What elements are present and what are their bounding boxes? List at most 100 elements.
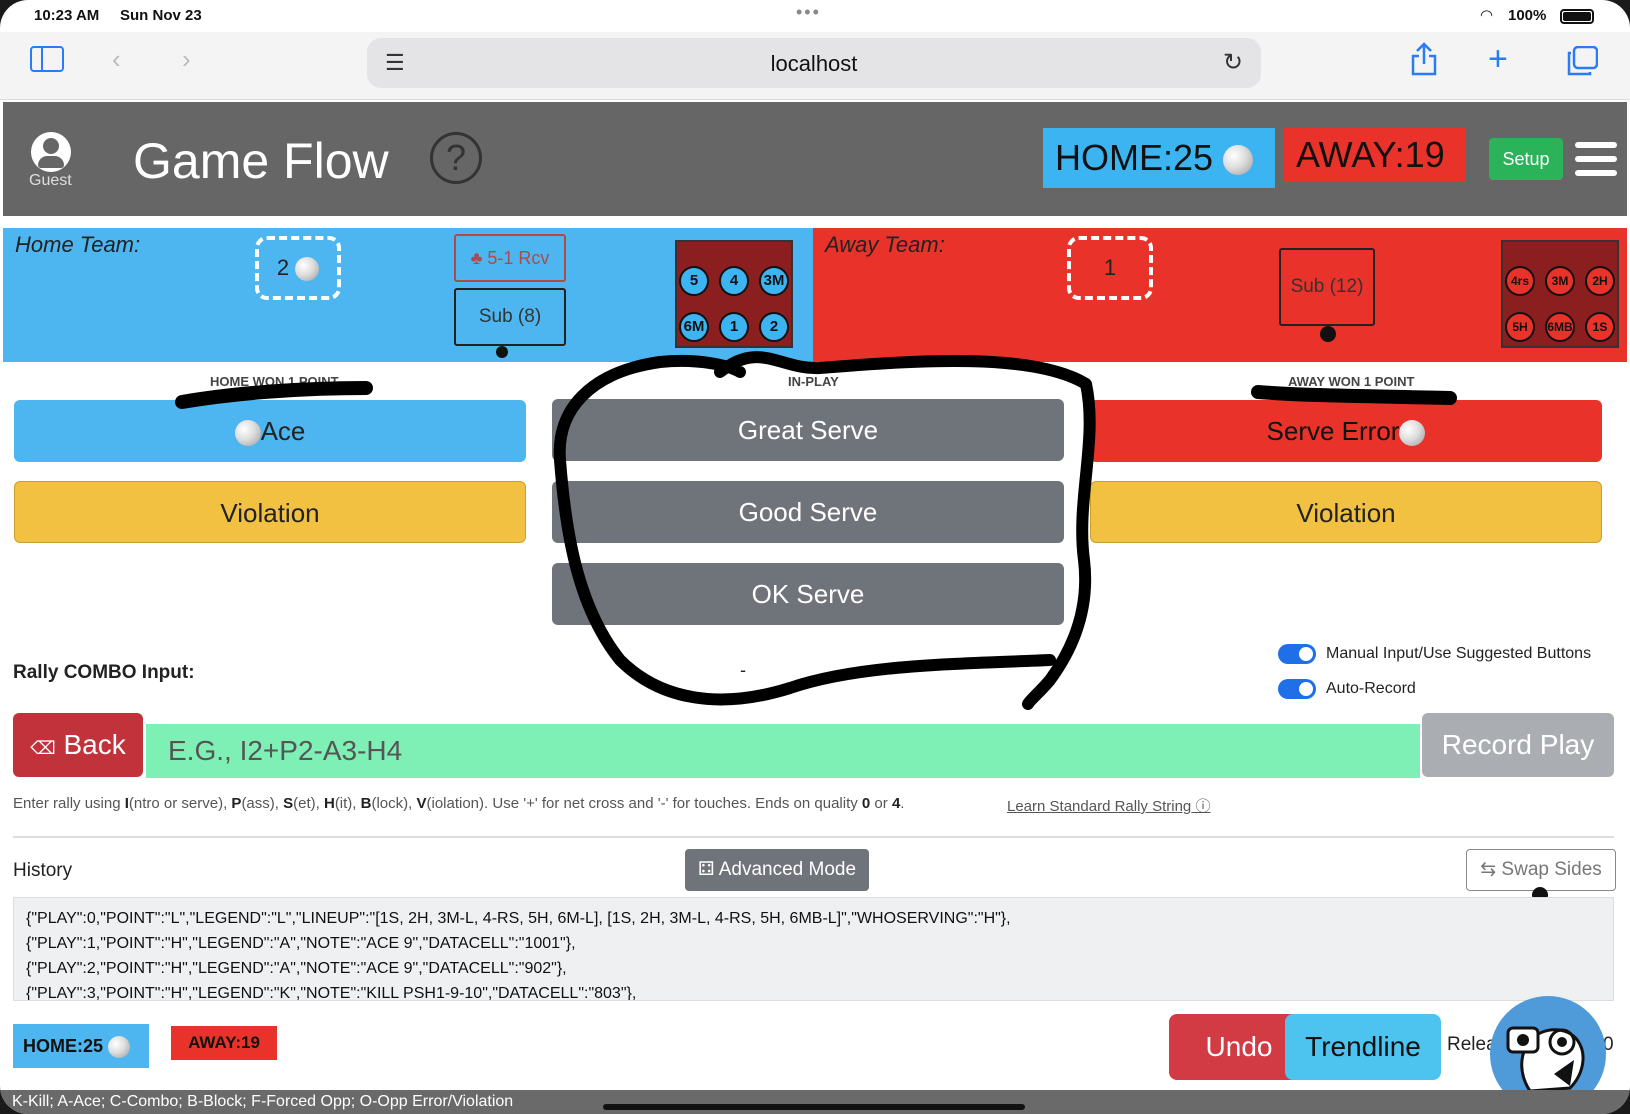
history-log[interactable]: {"PLAY":0,"POINT":"L","LEGEND":"L","LINE…	[13, 897, 1614, 1001]
setup-button[interactable]: Setup	[1489, 138, 1563, 180]
rally-help-text: Enter rally using I(ntro or serve), P(as…	[13, 795, 904, 812]
multitask-dots-icon[interactable]: •••	[796, 2, 821, 23]
serve-error-button[interactable]: Serve Error	[1090, 400, 1602, 462]
home-violation-button[interactable]: Violation	[14, 481, 526, 543]
ace-label: Ace	[260, 416, 306, 446]
away-position-3[interactable]: 3M	[1545, 266, 1575, 296]
volleyball-icon	[1223, 145, 1254, 176]
home-position-3[interactable]: 4	[719, 266, 749, 296]
volleyball-icon	[1399, 420, 1426, 447]
help-key: S	[283, 795, 294, 812]
help-icon[interactable]: ?	[430, 132, 482, 184]
help-part: (et),	[293, 795, 324, 812]
manual-input-toggle[interactable]	[1278, 644, 1316, 664]
home-position-4[interactable]: 5	[679, 266, 709, 296]
away-team-panel: Away Team: 1 Sub (12) 4rs 3M 2H 5H 6MB 1…	[813, 228, 1627, 362]
hamburger-menu-icon[interactable]	[1575, 142, 1617, 176]
swap-sides-button[interactable]: ⇆ Swap Sides	[1466, 849, 1616, 891]
swap-arrows-icon: ⇆	[1480, 859, 1497, 880]
manual-input-toggle-label: Manual Input/Use Suggested Buttons	[1326, 645, 1592, 663]
ace-button[interactable]: Ace	[14, 400, 526, 462]
home-formation-button[interactable]: ♣ 5-1 Rcv	[454, 234, 566, 282]
header-home-score: HOME:25	[1043, 128, 1275, 188]
battery-icon	[1560, 9, 1594, 24]
away-court: 4rs 3M 2H 5H 6MB 1S	[1501, 240, 1619, 348]
back-button[interactable]: ⌫ Back	[13, 713, 143, 777]
help-key: P	[231, 795, 242, 812]
tabs-icon[interactable]	[1566, 45, 1599, 83]
address-bar[interactable]: ☰ localhost ↻	[367, 38, 1261, 88]
question-circle-icon: ⓘ	[1195, 798, 1211, 815]
serve-error-label: Serve Error	[1266, 416, 1400, 446]
auto-record-toggle-row[interactable]: Auto-Record	[1278, 679, 1416, 699]
help-part: (lock),	[371, 795, 417, 812]
home-position-6[interactable]: 1	[719, 312, 749, 342]
home-position-1[interactable]: 2	[759, 312, 789, 342]
away-position-6[interactable]: 6MB	[1545, 312, 1575, 342]
trendline-button[interactable]: Trendline	[1285, 1014, 1441, 1080]
away-position-1[interactable]: 1S	[1585, 312, 1615, 342]
auto-record-toggle[interactable]	[1278, 679, 1316, 699]
new-tab-icon[interactable]: +	[1488, 40, 1508, 79]
user-icon[interactable]	[31, 132, 71, 172]
history-line: {"PLAY":3,"POINT":"H","LEGEND":"K","NOTE…	[26, 985, 637, 1001]
help-part: (it),	[334, 795, 361, 812]
home-rotation-number: 2	[276, 255, 290, 280]
away-rotation-button[interactable]: 1	[1067, 236, 1153, 300]
help-part: (ntro or serve),	[128, 795, 232, 812]
divider	[13, 836, 1614, 838]
share-icon[interactable]	[1410, 42, 1438, 83]
ok-serve-button[interactable]: OK Serve	[552, 563, 1064, 625]
advanced-mode-button[interactable]: ⚃ Advanced Mode	[685, 849, 869, 891]
help-part: (ass),	[241, 795, 284, 812]
rally-input[interactable]	[146, 724, 1420, 778]
header-away-score: AWAY:19	[1284, 128, 1466, 182]
home-rotation-button[interactable]: 2	[255, 236, 341, 300]
back-nav-icon[interactable]: ‹	[112, 44, 121, 75]
in-play-placeholder: -	[740, 660, 746, 680]
legend-bar: K-Kill; A-Ace; C-Combo; B-Block; F-Force…	[0, 1090, 1630, 1114]
learn-rally-string-link[interactable]: Learn Standard Rally String ⓘ	[1007, 795, 1210, 816]
grid-icon: ⚃	[697, 859, 715, 880]
swap-sides-label: Swap Sides	[1501, 859, 1602, 880]
home-won-label: HOME WON 1 POINT	[210, 374, 339, 389]
away-sub-indicator-dot	[1320, 326, 1336, 342]
history-label: History	[13, 860, 73, 881]
footer-home-score-text: HOME:25	[23, 1036, 104, 1056]
page-title: Game Flow	[133, 133, 389, 189]
help-key: B	[360, 795, 372, 812]
away-position-5[interactable]: 5H	[1505, 312, 1535, 342]
battery-percent: 100%	[1508, 7, 1547, 24]
away-position-4[interactable]: 4rs	[1505, 266, 1535, 296]
away-violation-button[interactable]: Violation	[1090, 481, 1602, 543]
home-position-5[interactable]: 6M	[679, 312, 709, 342]
good-serve-button[interactable]: Good Serve	[552, 481, 1064, 543]
help-part: .	[900, 795, 905, 812]
home-sub-indicator-dot	[496, 346, 508, 358]
home-position-2[interactable]: 3M	[759, 266, 789, 296]
status-bar: 10:23 AM Sun Nov 23 ••• ◠ 100%	[0, 0, 1630, 32]
forward-nav-icon[interactable]: ›	[182, 44, 191, 75]
away-position-2[interactable]: 2H	[1585, 266, 1615, 296]
away-sub-button[interactable]: Sub (12)	[1279, 248, 1375, 326]
app-header: Guest Game Flow ? HOME:25 AWAY:19 Setup	[3, 102, 1627, 216]
volleyball-icon	[108, 1036, 131, 1059]
reload-icon[interactable]: ↻	[1223, 48, 1243, 77]
footer-away-score: AWAY:19	[171, 1026, 277, 1060]
home-sub-button[interactable]: Sub (8)	[454, 288, 566, 346]
footer-home-score: HOME:25	[13, 1024, 149, 1068]
away-team-label: Away Team:	[825, 232, 945, 257]
home-indicator[interactable]	[603, 1104, 1025, 1110]
backspace-icon: ⌫	[30, 738, 56, 758]
away-rotation-number: 1	[1103, 255, 1117, 280]
help-part: or	[870, 795, 892, 812]
sidebar-icon[interactable]	[30, 46, 64, 79]
home-team-label: Home Team:	[15, 232, 141, 257]
history-line: {"PLAY":0,"POINT":"L","LEGEND":"L","LINE…	[26, 910, 1011, 927]
record-play-button[interactable]: Record Play	[1422, 713, 1614, 777]
back-label: Back	[63, 729, 126, 760]
great-serve-button[interactable]: Great Serve	[552, 399, 1064, 461]
manual-input-toggle-row[interactable]: Manual Input/Use Suggested Buttons	[1278, 644, 1591, 664]
url-text: localhost	[770, 51, 858, 76]
volleyball-icon	[295, 257, 320, 282]
